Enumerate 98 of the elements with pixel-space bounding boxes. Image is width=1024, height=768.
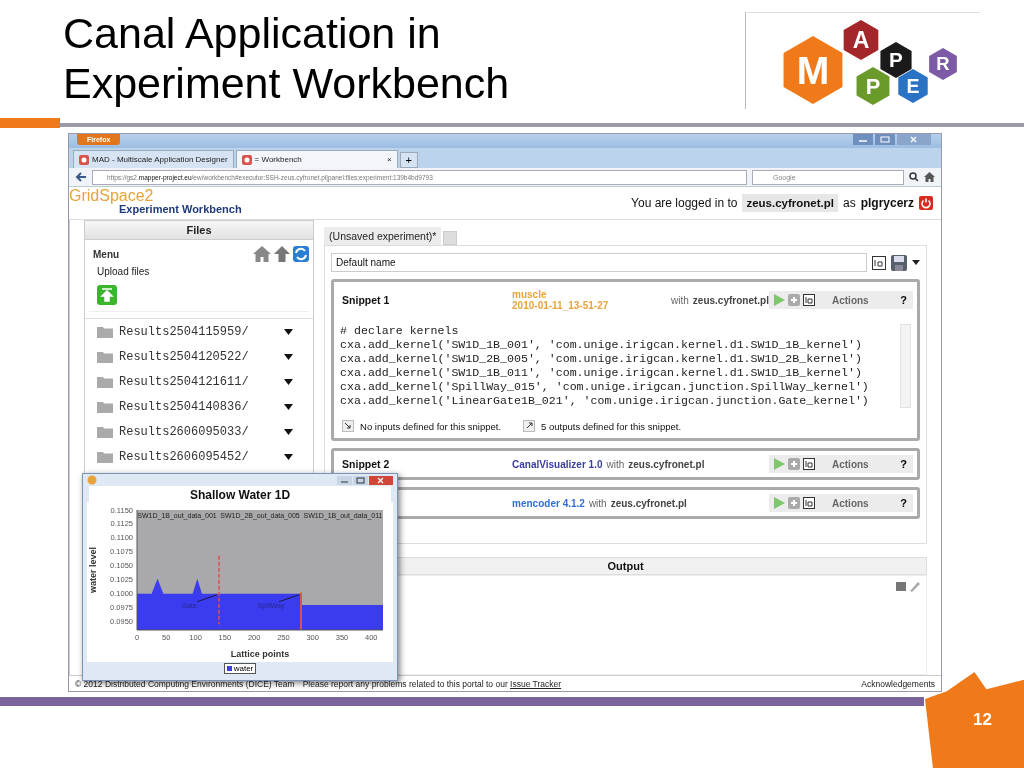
upload-label: Upload files bbox=[97, 266, 151, 277]
search-icon[interactable] bbox=[909, 172, 919, 182]
scrollbar[interactable] bbox=[900, 324, 911, 408]
with-label: with bbox=[588, 497, 607, 509]
output-icon[interactable] bbox=[523, 420, 536, 432]
snippet-host: zeus.cyfronet.pl bbox=[692, 294, 769, 306]
rename-icon[interactable] bbox=[803, 294, 815, 306]
rename-icon[interactable] bbox=[803, 458, 815, 470]
code-line: cxa.add_kernel('SW1D_1B_001', 'com.unige.irigcan.kernel.d1.SW1D_1B_kernel') bbox=[340, 338, 863, 352]
code-line: cxa.add_kernel('SW1D_1B_011', 'com.unige.irigcan.kernel.d1.SW1D_1B_kernel') bbox=[340, 366, 863, 380]
spillway-marker bbox=[300, 591, 302, 631]
legend-label: water bbox=[233, 664, 254, 673]
folder-name[interactable]: Results2504115959/ bbox=[119, 324, 249, 339]
logo: M A P P E R bbox=[763, 14, 963, 108]
snippet-title: Snippet 2 bbox=[342, 458, 391, 470]
copyright-text: © 2012 Distributed Computing Environments (DICE) Team bbox=[75, 678, 295, 689]
home-icon[interactable] bbox=[253, 246, 272, 262]
refresh-icon[interactable] bbox=[293, 246, 310, 262]
report-text: Please report any problems related to this portal to our Issue Tracker bbox=[302, 678, 562, 689]
accent-bar bbox=[0, 118, 60, 128]
help-button[interactable]: ? bbox=[900, 458, 907, 470]
experiment-name-field[interactable]: Default name bbox=[331, 253, 867, 272]
favicon-icon bbox=[241, 154, 252, 165]
clear-icon[interactable] bbox=[896, 580, 920, 592]
login-text: You are logged in to bbox=[631, 196, 738, 210]
java-icon bbox=[87, 475, 97, 485]
save-icon[interactable] bbox=[891, 254, 907, 271]
gate-marker bbox=[218, 555, 220, 626]
new-tab-button[interactable]: + bbox=[399, 152, 419, 168]
with-label: with bbox=[606, 458, 625, 470]
folder-icon bbox=[97, 400, 113, 413]
inputs-text: No inputs defined for this snippet. bbox=[360, 420, 502, 432]
slide-title: Canal Application in Experiment Workbench bbox=[62, 8, 510, 109]
acknowledgements-link[interactable]: Acknowledgements bbox=[861, 678, 935, 689]
legend-swatch bbox=[226, 666, 232, 671]
app-subtitle: Experiment Workbench bbox=[119, 203, 242, 215]
actions-menu[interactable]: Actions bbox=[832, 497, 869, 509]
back-icon[interactable] bbox=[75, 171, 87, 183]
with-label: with bbox=[671, 294, 689, 306]
y-axis-title: water level bbox=[88, 547, 98, 593]
up-arrow-icon[interactable] bbox=[274, 246, 291, 262]
help-button[interactable]: ? bbox=[900, 294, 907, 306]
folder-name[interactable]: Results2504120522/ bbox=[119, 349, 249, 364]
folder-name[interactable]: Results2504140836/ bbox=[119, 399, 249, 414]
snippet-app: CanalVisualizer 1.0 bbox=[512, 458, 603, 470]
logout-icon[interactable] bbox=[919, 196, 933, 210]
folder-icon bbox=[97, 425, 113, 438]
folder-icon bbox=[97, 375, 113, 388]
experiment-tab[interactable]: (Unsaved experiment)* bbox=[324, 227, 442, 245]
caret-icon[interactable] bbox=[912, 260, 920, 265]
login-text: as bbox=[842, 196, 856, 210]
code-line: cxa.add_kernel('LinearGate1B_021', 'com.unige.irigcan.junction.Gate_kernel') bbox=[340, 394, 870, 408]
window-controls[interactable] bbox=[337, 475, 393, 485]
snippet-version: 2010-01-11_13-51-27 bbox=[512, 300, 610, 311]
folder-icon bbox=[97, 350, 113, 363]
caret-icon[interactable] bbox=[284, 353, 294, 360]
code-line: cxa.add_kernel('SW1D_2B_005', 'com.unige.irigcan.kernel.d1.SW1D_2B_kernel') bbox=[340, 352, 863, 366]
chart-title: Shallow Water 1D bbox=[89, 486, 391, 502]
snippet-title: Snippet 1 bbox=[342, 294, 391, 306]
issue-tracker-link[interactable]: Issue Tracker bbox=[510, 678, 562, 689]
folder-name[interactable]: Results2606095033/ bbox=[119, 424, 249, 439]
snippet-host: zeus.cyfronet.pl bbox=[610, 497, 687, 509]
tab-label: MAD - Multiscale Application Designer bbox=[92, 155, 228, 164]
home-icon[interactable] bbox=[924, 172, 935, 182]
rename-icon[interactable] bbox=[872, 255, 886, 270]
browser-tab[interactable]: MAD - Multiscale Application Designer bbox=[73, 150, 234, 168]
folder-icon bbox=[97, 325, 113, 338]
upload-icon[interactable] bbox=[97, 285, 117, 305]
folder-name[interactable]: Results2504121611/ bbox=[119, 374, 249, 389]
browser-tab[interactable]: = Workbench × bbox=[235, 150, 398, 168]
x-axis-title: Lattice points bbox=[230, 649, 290, 659]
menu-label: Menu bbox=[93, 248, 120, 260]
outputs-text: 5 outputs defined for this snippet. bbox=[541, 420, 682, 432]
input-icon[interactable] bbox=[342, 420, 355, 432]
help-button[interactable]: ? bbox=[900, 497, 907, 509]
window-controls[interactable] bbox=[853, 134, 931, 145]
snippet-app: mencoder 4.1.2 bbox=[512, 497, 585, 509]
caret-icon[interactable] bbox=[284, 428, 294, 435]
actions-menu[interactable]: Actions bbox=[832, 458, 869, 470]
snippet-host: zeus.cyfronet.pl bbox=[628, 458, 705, 470]
gridspace-logo: GridSpace2 bbox=[69, 187, 155, 204]
rename-icon[interactable] bbox=[803, 497, 815, 509]
caret-icon[interactable] bbox=[284, 328, 294, 335]
caret-icon[interactable] bbox=[284, 403, 294, 410]
snippet-app: muscle bbox=[512, 289, 548, 300]
folder-name[interactable]: Results2606095452/ bbox=[119, 449, 249, 464]
actions-menu[interactable]: Actions bbox=[832, 294, 869, 306]
code-line: cxa.add_kernel('SpillWay_015', 'com.unige.irigcan.junction.SpillWay_kernel') bbox=[340, 380, 870, 394]
panel-header: Files bbox=[85, 221, 314, 240]
caret-icon[interactable] bbox=[284, 378, 294, 385]
tab-label: = Workbench bbox=[254, 155, 302, 164]
close-tab-button[interactable]: × bbox=[386, 155, 392, 164]
folder-icon bbox=[97, 450, 113, 463]
caret-icon[interactable] bbox=[284, 453, 294, 460]
favicon-icon bbox=[79, 154, 89, 165]
host-label: zeus.cyfronet.pl bbox=[742, 194, 838, 212]
user-name: plgrycerz bbox=[860, 196, 914, 210]
code-line: # declare kernels bbox=[340, 324, 460, 338]
